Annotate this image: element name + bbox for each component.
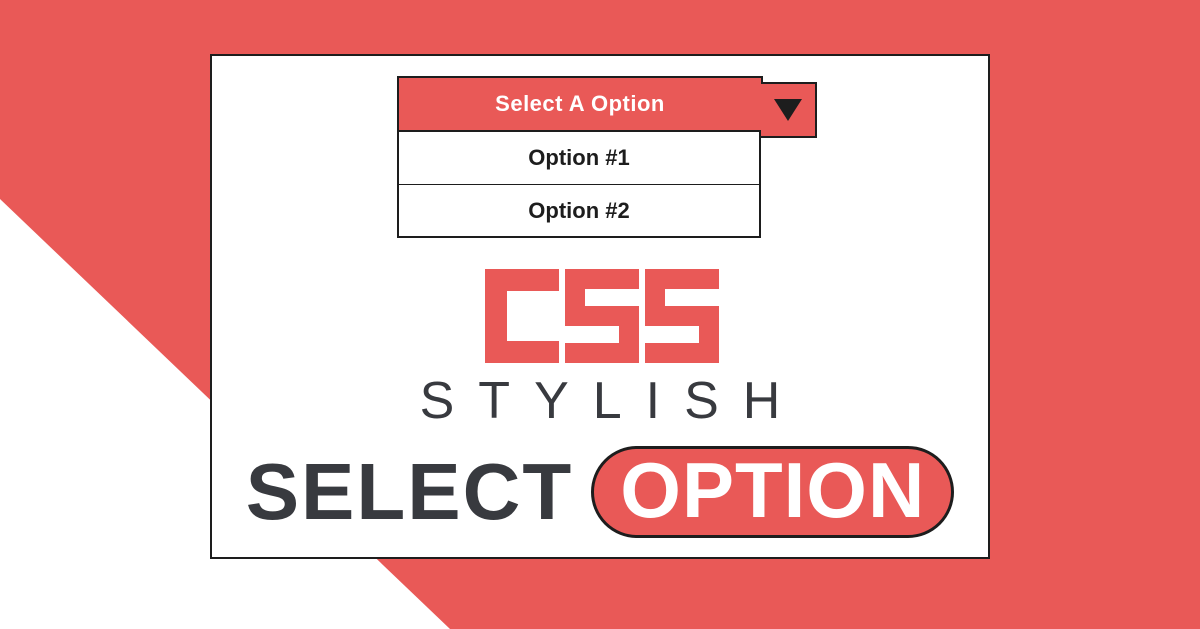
tagline-select: SELECT [246, 446, 574, 538]
select-dropdown[interactable]: Select A Option Option #1 Option #2 [397, 76, 817, 238]
select-option[interactable]: Option #1 [399, 132, 759, 184]
select-header[interactable]: Select A Option [397, 76, 817, 132]
stylish-heading: STYLISH [212, 371, 988, 431]
watermark: WEBDEVTRICK.COM [38, 587, 297, 607]
demo-panel: Select A Option Option #1 Option #2 STYL… [210, 54, 990, 559]
select-toggle-button[interactable] [761, 82, 817, 138]
select-options-list: Option #1 Option #2 [397, 132, 761, 238]
css-wordmark [485, 269, 719, 363]
tagline: SELECT OPTION [212, 446, 988, 538]
tagline-option-pill: OPTION [591, 446, 954, 538]
letter-c-icon [485, 269, 559, 363]
letter-s-icon [565, 269, 639, 363]
select-option[interactable]: Option #2 [399, 184, 759, 236]
select-label[interactable]: Select A Option [397, 76, 763, 132]
chevron-down-icon [774, 99, 802, 121]
letter-s-icon [645, 269, 719, 363]
